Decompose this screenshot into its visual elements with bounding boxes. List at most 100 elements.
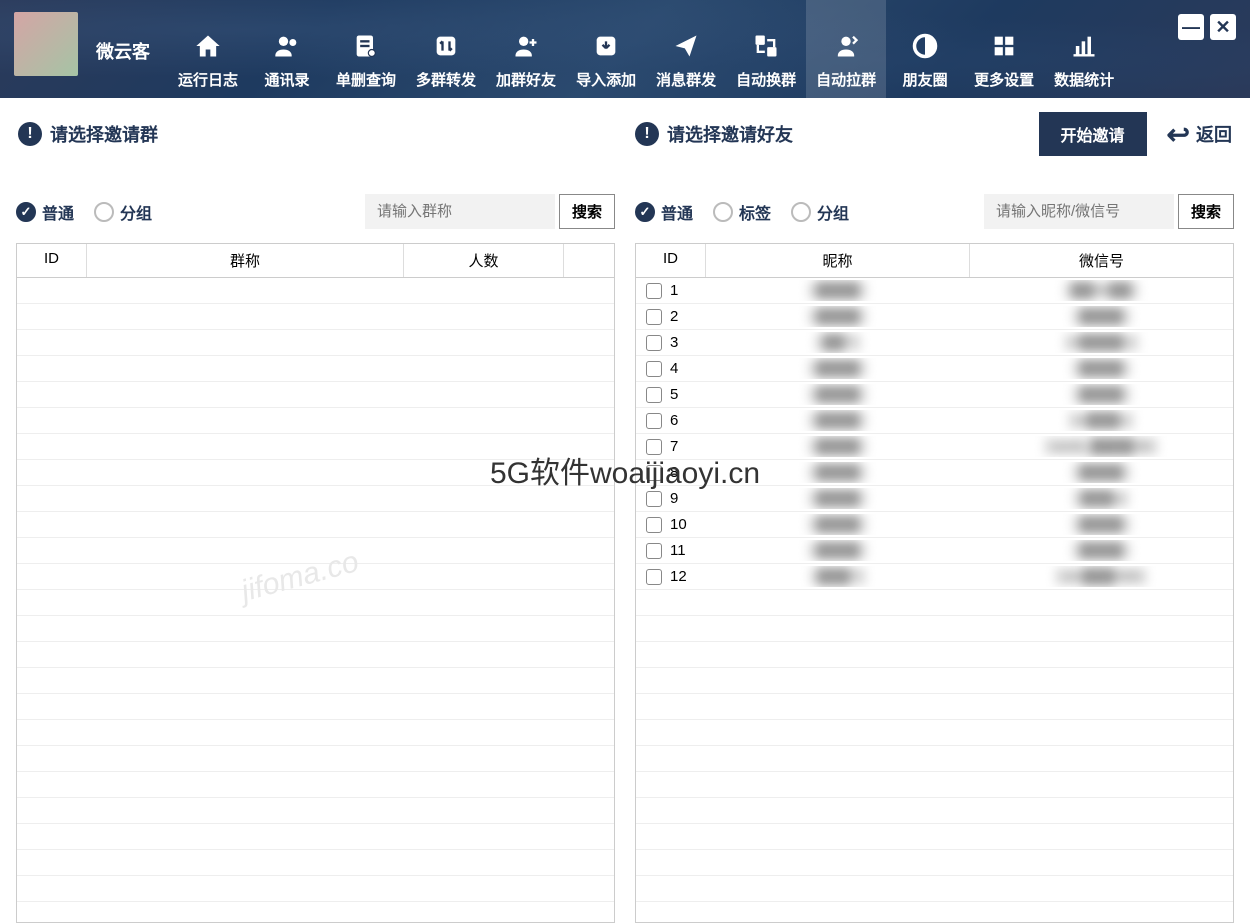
filter-普通[interactable]: 普通 xyxy=(16,200,74,224)
table-row[interactable] xyxy=(17,460,614,486)
table-row[interactable] xyxy=(17,564,614,590)
checkbox[interactable] xyxy=(646,413,662,429)
table-row[interactable] xyxy=(17,356,614,382)
table-row[interactable] xyxy=(17,434,614,460)
table-row[interactable] xyxy=(17,408,614,434)
table-row[interactable] xyxy=(636,798,1233,824)
table-row[interactable] xyxy=(636,720,1233,746)
toolbar-item-10[interactable]: 更多设置 xyxy=(964,0,1044,98)
col-extra[interactable] xyxy=(564,244,614,277)
table-row[interactable] xyxy=(636,642,1233,668)
col-id[interactable]: ID xyxy=(636,244,706,277)
filter-分组[interactable]: 分组 xyxy=(94,200,152,224)
checkbox[interactable] xyxy=(646,517,662,533)
toolbar-item-5[interactable]: 导入添加 xyxy=(566,0,646,98)
table-row[interactable]: 12 ███? xin███999 xyxy=(636,564,1233,590)
table-row[interactable] xyxy=(636,694,1233,720)
wechatid-blurred: ████ xyxy=(1072,464,1131,481)
toolbar-item-7[interactable]: 自动换群 xyxy=(726,0,806,98)
col-nickname[interactable]: 昵称 xyxy=(706,244,970,277)
table-row[interactable]: 2 ████ ████ xyxy=(636,304,1233,330)
table-row[interactable] xyxy=(17,876,614,902)
back-button[interactable]: ↩ 返回 xyxy=(1167,118,1232,151)
table-row[interactable]: 6 ████ w███s xyxy=(636,408,1233,434)
checkbox[interactable] xyxy=(646,491,662,507)
table-row[interactable] xyxy=(17,746,614,772)
toolbar-item-6[interactable]: 消息群发 xyxy=(646,0,726,98)
checkbox[interactable] xyxy=(646,569,662,585)
table-row[interactable] xyxy=(17,382,614,408)
filter-标签[interactable]: 标签 xyxy=(713,200,771,224)
col-id[interactable]: ID xyxy=(17,244,87,277)
table-row[interactable] xyxy=(17,772,614,798)
table-row[interactable] xyxy=(17,590,614,616)
table-row[interactable] xyxy=(17,486,614,512)
table-row[interactable] xyxy=(17,824,614,850)
checkbox[interactable] xyxy=(646,361,662,377)
table-row[interactable]: 7 ████ wxid_████38 xyxy=(636,434,1233,460)
table-row[interactable] xyxy=(636,876,1233,902)
checkbox[interactable] xyxy=(646,465,662,481)
table-row[interactable]: 11 ████ ████ xyxy=(636,538,1233,564)
toolbar-label: 自动拉群 xyxy=(816,69,876,90)
friend-search-input[interactable] xyxy=(984,194,1174,229)
table-row[interactable] xyxy=(17,512,614,538)
toolbar-item-8[interactable]: 自动拉群 xyxy=(806,0,886,98)
group-search-button[interactable]: 搜索 xyxy=(559,194,615,229)
checkbox[interactable] xyxy=(646,309,662,325)
table-row[interactable] xyxy=(17,330,614,356)
table-row[interactable] xyxy=(636,590,1233,616)
table-row[interactable] xyxy=(636,824,1233,850)
toolbar-item-0[interactable]: 运行日志 xyxy=(168,0,248,98)
toolbar-item-3[interactable]: 多群转发 xyxy=(406,0,486,98)
table-row[interactable]: 9 ████ ███a xyxy=(636,486,1233,512)
table-row[interactable]: 4 ████ ████ xyxy=(636,356,1233,382)
group-search-input[interactable] xyxy=(365,194,555,229)
checkbox[interactable] xyxy=(646,387,662,403)
table-row[interactable] xyxy=(17,798,614,824)
table-row[interactable]: 5 ████ ████ xyxy=(636,382,1233,408)
checkbox[interactable] xyxy=(646,439,662,455)
toolbar-item-4[interactable]: 加群好友 xyxy=(486,0,566,98)
table-row[interactable]: 1 ████ ██66██ xyxy=(636,278,1233,304)
checkbox[interactable] xyxy=(646,335,662,351)
right-panel-title: 请选择邀请好友 xyxy=(667,121,793,147)
table-row[interactable]: 10 ████ ████ xyxy=(636,512,1233,538)
table-row[interactable] xyxy=(17,642,614,668)
table-row[interactable] xyxy=(636,746,1233,772)
table-row[interactable] xyxy=(17,616,614,642)
avatar[interactable] xyxy=(14,12,78,76)
close-button[interactable]: ✕ xyxy=(1210,14,1236,40)
table-row[interactable] xyxy=(636,850,1233,876)
checkbox[interactable] xyxy=(646,543,662,559)
table-row[interactable] xyxy=(17,668,614,694)
table-row[interactable] xyxy=(17,278,614,304)
table-row[interactable] xyxy=(17,694,614,720)
table-row[interactable] xyxy=(636,616,1233,642)
col-group-name[interactable]: 群称 xyxy=(87,244,404,277)
row-id: 12 xyxy=(670,568,687,585)
wechatid-blurred: ████ xyxy=(1072,542,1131,559)
table-row[interactable] xyxy=(17,720,614,746)
checkbox[interactable] xyxy=(646,283,662,299)
table-row[interactable]: 3 ██? d████1 xyxy=(636,330,1233,356)
table-row[interactable] xyxy=(636,668,1233,694)
filter-普通[interactable]: 普通 xyxy=(635,200,693,224)
table-row[interactable] xyxy=(17,304,614,330)
start-invite-button[interactable]: 开始邀请 xyxy=(1039,112,1147,156)
table-row[interactable] xyxy=(636,772,1233,798)
table-row[interactable] xyxy=(17,850,614,876)
nickname-blurred: ███? xyxy=(810,568,866,585)
col-wechat-id[interactable]: 微信号 xyxy=(970,244,1233,277)
col-count[interactable]: 人数 xyxy=(404,244,564,277)
table-row[interactable]: 8 ████ ████ xyxy=(636,460,1233,486)
table-row[interactable] xyxy=(17,538,614,564)
toolbar-item-9[interactable]: 朋友圈 xyxy=(886,0,964,98)
toolbar-item-1[interactable]: 通讯录 xyxy=(248,0,326,98)
radio-icon xyxy=(94,202,114,222)
friend-search-button[interactable]: 搜索 xyxy=(1178,194,1234,229)
filter-分组[interactable]: 分组 xyxy=(791,200,849,224)
toolbar-item-2[interactable]: 单删查询 xyxy=(326,0,406,98)
toolbar-item-11[interactable]: 数据统计 xyxy=(1044,0,1124,98)
minimize-button[interactable]: — xyxy=(1178,14,1204,40)
